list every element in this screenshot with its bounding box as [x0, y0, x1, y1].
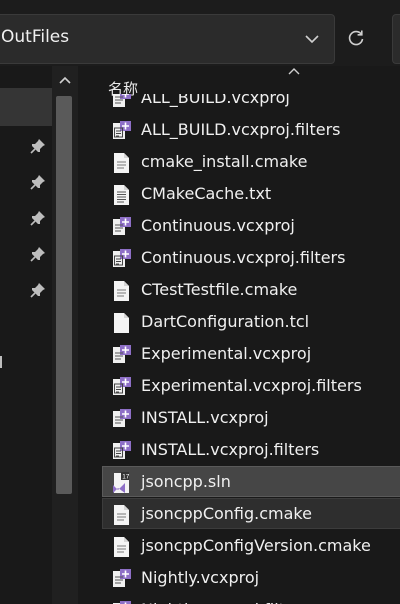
- sort-up-icon: [288, 68, 300, 75]
- file-name: jsoncppConfig.cmake: [141, 504, 312, 523]
- file-name: INSTALL.vcxproj: [141, 408, 269, 427]
- file-name: Nightly.vcxproj.filters: [141, 600, 310, 604]
- vs-project-file-icon: [109, 94, 133, 111]
- vs-project-file-icon: [109, 215, 133, 239]
- file-name: cmake_install.cmake: [141, 152, 308, 171]
- vs-project-file-icon: [109, 119, 133, 143]
- scrollbar-thumb[interactable]: [56, 96, 72, 494]
- file-row[interactable]: cmake_install.cmake: [102, 146, 400, 177]
- file-name: CMakeCache.txt: [141, 184, 272, 203]
- file-name: Continuous.vcxproj: [141, 216, 295, 235]
- file-list: ALL_BUILD.vcxproj ALL_BUILD.vcxproj.filte…: [102, 94, 400, 604]
- nav-item-edge: [0, 356, 6, 368]
- navigation-pane: [0, 66, 80, 604]
- file-icon: [109, 151, 133, 175]
- vs-project-file-icon: [109, 599, 133, 604]
- file-row[interactable]: INSTALL.vcxproj: [102, 402, 400, 433]
- file-row[interactable]: CMakeCache.txt: [102, 178, 400, 209]
- file-row[interactable]: Experimental.vcxproj.filters: [102, 370, 400, 401]
- file-row[interactable]: Continuous.vcxproj.filters: [102, 242, 400, 273]
- file-icon: [109, 311, 133, 335]
- solution-file-icon: 17: [109, 471, 133, 495]
- file-name: jsoncpp.sln: [141, 472, 231, 491]
- file-icon: [109, 535, 133, 559]
- file-list-pane: 名称 ALL_BUILD.vcxproj ALL_BUILD.vcxproj.fi…: [80, 66, 400, 604]
- file-name: Experimental.vcxproj: [141, 344, 312, 363]
- text-file-icon: [109, 183, 133, 207]
- file-icon: [109, 279, 133, 303]
- address-bar[interactable]: OutFiles: [0, 14, 335, 64]
- file-row[interactable]: 17 jsoncpp.sln: [102, 466, 400, 497]
- vs-project-file-icon: [109, 439, 133, 463]
- address-path[interactable]: OutFiles: [1, 27, 69, 47]
- file-row[interactable]: INSTALL.vcxproj.filters: [102, 434, 400, 465]
- vs-project-file-icon: [109, 567, 133, 591]
- file-name: ALL_BUILD.vcxproj.filters: [141, 120, 341, 139]
- pin-icon[interactable]: [30, 282, 46, 298]
- pin-icon[interactable]: [30, 210, 46, 226]
- vs-project-file-icon: [109, 247, 133, 271]
- nav-item-selected[interactable]: [0, 88, 52, 126]
- file-name: Continuous.vcxproj.filters: [141, 248, 346, 267]
- vs-project-file-icon: [109, 407, 133, 431]
- file-name: jsoncppConfigVersion.cmake: [141, 536, 371, 555]
- refresh-button[interactable]: [334, 14, 378, 62]
- file-row[interactable]: Experimental.vcxproj: [102, 338, 400, 369]
- file-row[interactable]: CTestTestfile.cmake: [102, 274, 400, 305]
- pin-icon[interactable]: [30, 246, 46, 262]
- vs-project-file-icon: [109, 343, 133, 367]
- file-row[interactable]: jsoncppConfigVersion.cmake: [102, 530, 400, 561]
- pin-icon[interactable]: [30, 174, 46, 190]
- file-name: ALL_BUILD.vcxproj: [141, 94, 290, 107]
- file-name: Nightly.vcxproj: [141, 568, 260, 587]
- refresh-icon: [348, 30, 364, 46]
- file-row[interactable]: ALL_BUILD.vcxproj.filters: [102, 114, 400, 145]
- file-row[interactable]: DartConfiguration.tcl: [102, 306, 400, 337]
- file-name: Experimental.vcxproj.filters: [141, 376, 362, 395]
- search-input[interactable]: [392, 14, 400, 64]
- file-row[interactable]: jsoncppConfig.cmake: [102, 498, 400, 529]
- svg-text:17: 17: [122, 474, 130, 481]
- file-name: INSTALL.vcxproj.filters: [141, 440, 320, 459]
- file-name: DartConfiguration.tcl: [141, 312, 310, 331]
- vs-project-file-icon: [109, 375, 133, 399]
- file-row[interactable]: Nightly.vcxproj: [102, 562, 400, 593]
- pin-icon[interactable]: [30, 138, 46, 154]
- address-toolbar: OutFiles: [0, 0, 400, 66]
- file-row[interactable]: Nightly.vcxproj.filters: [102, 594, 400, 604]
- file-icon: [109, 503, 133, 527]
- nav-scrollbar[interactable]: [52, 66, 78, 604]
- file-row[interactable]: ALL_BUILD.vcxproj: [102, 94, 400, 113]
- file-name: CTestTestfile.cmake: [141, 280, 298, 299]
- chevron-down-icon[interactable]: [304, 32, 320, 46]
- scroll-up-icon[interactable]: [58, 74, 72, 86]
- file-row[interactable]: Continuous.vcxproj: [102, 210, 400, 241]
